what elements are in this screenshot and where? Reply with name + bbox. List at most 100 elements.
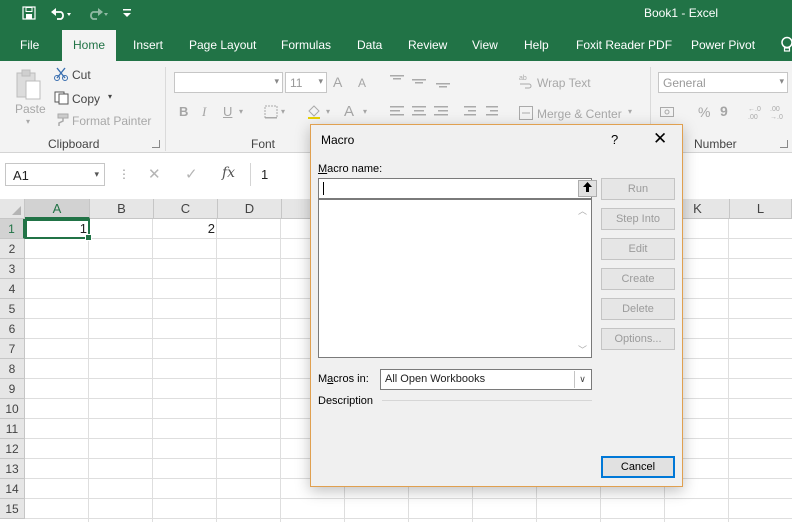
- close-icon[interactable]: ✕: [653, 129, 667, 149]
- window-title: Book1 - Excel: [644, 6, 719, 20]
- lightbulb-icon[interactable]: [780, 36, 792, 57]
- name-box[interactable]: A1 ▾: [5, 163, 105, 186]
- row-header[interactable]: 11: [0, 419, 25, 439]
- bold-button[interactable]: B: [179, 104, 188, 119]
- redo-icon[interactable]: [84, 4, 110, 22]
- cut-label[interactable]: Cut: [72, 68, 91, 82]
- align-top-icon[interactable]: [390, 74, 460, 91]
- column-header[interactable]: A: [25, 199, 90, 219]
- formula-bar-splitter[interactable]: ⋮: [118, 167, 130, 181]
- wrap-text-icon[interactable]: ab: [519, 73, 533, 92]
- merge-center-label[interactable]: Merge & Center: [537, 107, 622, 121]
- row-header[interactable]: 6: [0, 319, 25, 339]
- copy-icon[interactable]: [54, 91, 70, 108]
- macros-in-label: Macros in:: [318, 373, 369, 385]
- collapse-dialog-button[interactable]: [578, 180, 597, 197]
- borders-icon[interactable]: [264, 105, 278, 122]
- tab-file[interactable]: File: [20, 38, 39, 52]
- run-button[interactable]: Run: [601, 178, 675, 200]
- row-header[interactable]: 9: [0, 379, 25, 399]
- tab-view[interactable]: View: [472, 38, 498, 52]
- fill-color-icon[interactable]: [306, 104, 322, 123]
- paste-label[interactable]: Paste: [15, 102, 46, 116]
- qat-dropdown-icon[interactable]: [120, 4, 134, 22]
- column-header[interactable]: L: [730, 199, 792, 219]
- accounting-format-icon[interactable]: [660, 105, 682, 122]
- paste-dropdown-icon[interactable]: ▾: [26, 117, 30, 126]
- row-header[interactable]: 14: [0, 479, 25, 499]
- macro-name-input[interactable]: [318, 178, 597, 199]
- tab-formulas[interactable]: Formulas: [281, 38, 331, 52]
- macros-in-select[interactable]: All Open Workbooks ∨: [380, 369, 592, 390]
- undo-icon[interactable]: [48, 4, 74, 22]
- macro-list[interactable]: ︿ ﹀: [318, 199, 592, 358]
- cell-c1[interactable]: 2: [154, 219, 218, 239]
- tab-data[interactable]: Data: [357, 38, 382, 52]
- copy-dropdown-icon[interactable]: ▾: [108, 92, 112, 101]
- step-into-button[interactable]: Step Into: [601, 208, 675, 230]
- increase-decimal-icon[interactable]: ←.0.00.00 →.0: [748, 104, 788, 123]
- format-painter-label[interactable]: Format Painter: [72, 114, 151, 128]
- cut-icon[interactable]: [54, 67, 70, 84]
- font-size-combo[interactable]: 11 ▾: [285, 72, 327, 93]
- column-header[interactable]: D: [218, 199, 282, 219]
- row-header[interactable]: 2: [0, 239, 25, 259]
- tab-foxit-reader-pdf[interactable]: Foxit Reader PDF: [576, 38, 672, 52]
- column-header[interactable]: C: [154, 199, 218, 219]
- row-header[interactable]: 3: [0, 259, 25, 279]
- copy-label[interactable]: Copy: [72, 92, 100, 106]
- align-left-icon[interactable]: [390, 105, 500, 122]
- tab-insert[interactable]: Insert: [133, 38, 163, 52]
- paste-icon[interactable]: [15, 68, 43, 105]
- tab-page-layout[interactable]: Page Layout: [189, 38, 256, 52]
- fill-color-dropdown-icon[interactable]: ▾: [326, 107, 330, 116]
- insert-function-icon[interactable]: fx: [222, 165, 235, 181]
- tab-home[interactable]: Home: [62, 30, 117, 61]
- comma-style-icon[interactable]: 9: [720, 103, 728, 119]
- percent-style-icon[interactable]: %: [698, 104, 710, 120]
- number-launcher-icon[interactable]: [780, 140, 788, 148]
- delete-button[interactable]: Delete: [601, 298, 675, 320]
- row-header[interactable]: 13: [0, 459, 25, 479]
- row-header[interactable]: 7: [0, 339, 25, 359]
- row-header[interactable]: 15: [0, 499, 25, 519]
- borders-dropdown-icon[interactable]: ▾: [281, 107, 285, 116]
- macro-list-scrollbar[interactable]: ︿ ﹀: [575, 200, 591, 357]
- create-button[interactable]: Create: [601, 268, 675, 290]
- grow-font-icon[interactable]: A: [333, 74, 342, 90]
- tab-review[interactable]: Review: [408, 38, 447, 52]
- tab-help[interactable]: Help: [524, 38, 549, 52]
- scroll-up-icon[interactable]: ︿: [578, 204, 587, 217]
- row-header[interactable]: 8: [0, 359, 25, 379]
- cancel-entry-icon[interactable]: ✕: [148, 165, 161, 183]
- number-format-combo[interactable]: General ▾: [658, 72, 788, 93]
- select-all-button[interactable]: [0, 199, 25, 219]
- row-header[interactable]: 10: [0, 399, 25, 419]
- format-painter-icon[interactable]: [54, 113, 70, 130]
- font-color-dropdown-icon[interactable]: ▾: [363, 107, 367, 116]
- cancel-button[interactable]: Cancel: [601, 456, 675, 478]
- shrink-font-icon[interactable]: A: [358, 76, 366, 90]
- chevron-down-icon[interactable]: ∨: [574, 371, 590, 388]
- merge-center-icon[interactable]: [519, 106, 533, 123]
- row-header[interactable]: 5: [0, 299, 25, 319]
- row-header[interactable]: 1: [0, 219, 25, 239]
- underline-button[interactable]: U: [223, 104, 232, 119]
- wrap-text-label[interactable]: Wrap Text: [537, 76, 591, 90]
- row-header[interactable]: 12: [0, 439, 25, 459]
- clipboard-launcher-icon[interactable]: [152, 140, 160, 148]
- row-header[interactable]: 4: [0, 279, 25, 299]
- enter-entry-icon[interactable]: ✓: [185, 165, 198, 183]
- tab-power-pivot[interactable]: Power Pivot: [691, 38, 755, 52]
- help-button[interactable]: ?: [611, 132, 618, 147]
- column-header[interactable]: B: [90, 199, 154, 219]
- save-icon[interactable]: [20, 4, 38, 22]
- underline-dropdown-icon[interactable]: ▾: [239, 107, 243, 116]
- options-button[interactable]: Options...: [601, 328, 675, 350]
- font-color-icon[interactable]: A: [344, 103, 354, 120]
- merge-dropdown-icon[interactable]: ▾: [628, 107, 632, 116]
- font-name-combo[interactable]: ▾: [174, 72, 283, 93]
- scroll-down-icon[interactable]: ﹀: [578, 343, 587, 356]
- edit-button[interactable]: Edit: [601, 238, 675, 260]
- italic-button[interactable]: I: [202, 104, 206, 120]
